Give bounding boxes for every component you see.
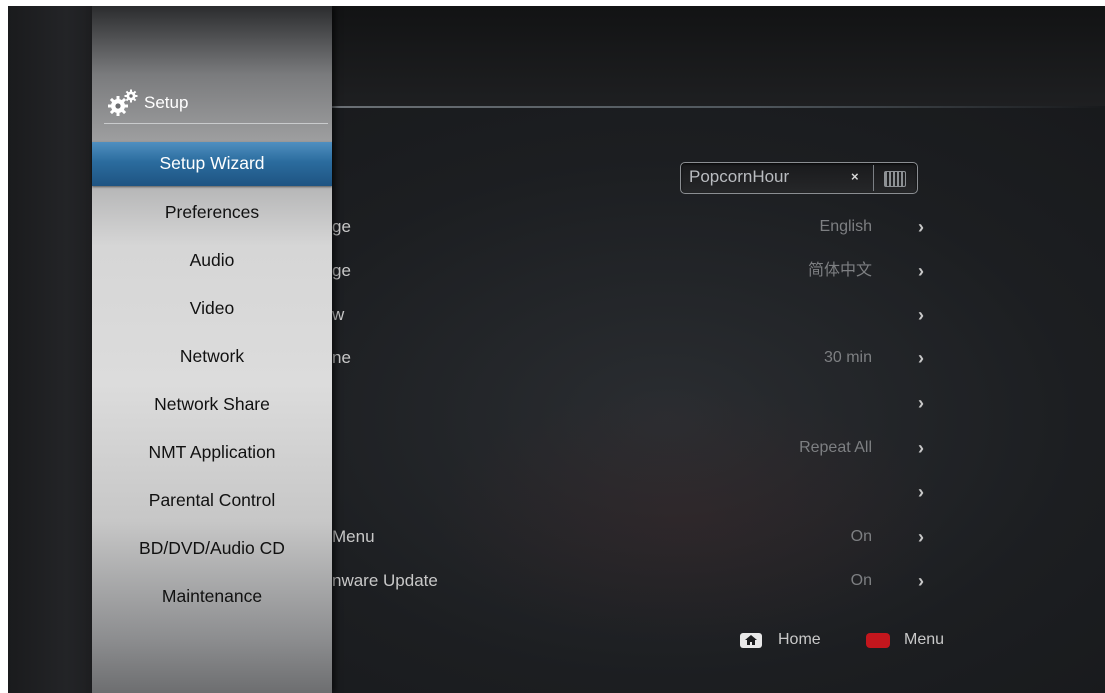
chevron-right-icon: › <box>918 527 924 547</box>
setting-value: 30 min <box>823 349 872 366</box>
sidebar-title-divider <box>104 123 328 124</box>
chevron-right-icon: › <box>918 393 924 413</box>
device-name-field[interactable]: PopcornHour × <box>680 162 918 194</box>
setting-value: On <box>850 528 872 545</box>
setting-row-5[interactable]: › <box>332 389 932 417</box>
setting-value: Repeat All <box>799 439 872 456</box>
top-divider <box>332 106 1105 108</box>
setting-label: ge <box>332 261 351 280</box>
setting-row-repeat[interactable]: Repeat All › <box>332 434 932 462</box>
setting-label: ne <box>332 348 351 367</box>
red-key-icon <box>866 632 890 648</box>
setup-screen: ge English › ge 简体中文 › w › ne 30 min › ›… <box>8 6 1105 693</box>
setting-row-7[interactable]: › <box>332 478 932 506</box>
sidebar-item-bd-dvd-audio-cd[interactable]: BD/DVD/Audio CD <box>92 526 332 574</box>
background-edge <box>8 6 92 693</box>
device-name-value: PopcornHour <box>689 167 790 186</box>
sidebar-item-setup-wizard[interactable]: Setup Wizard <box>92 142 332 186</box>
chevron-right-icon: › <box>918 261 924 281</box>
sidebar-header: Setup <box>106 88 188 118</box>
chevron-right-icon: › <box>918 348 924 368</box>
setting-label: Menu <box>332 527 375 546</box>
background-glow <box>428 386 948 646</box>
setting-row-time[interactable]: ne 30 min › <box>332 344 932 372</box>
legend-home: Home <box>740 628 821 652</box>
setting-row-language[interactable]: ge English › <box>332 213 932 241</box>
chevron-right-icon: › <box>918 571 924 591</box>
legend-home-label: Home <box>778 631 821 648</box>
chevron-right-icon: › <box>918 305 924 325</box>
legend-menu-label: Menu <box>904 631 945 648</box>
setting-value: On <box>850 572 872 589</box>
sidebar-menu: Setup Wizard Preferences Audio Video Net… <box>92 142 332 622</box>
chevron-right-icon: › <box>918 482 924 502</box>
sidebar-item-video[interactable]: Video <box>92 286 332 334</box>
chevron-right-icon: › <box>918 438 924 458</box>
sidebar-item-network-share[interactable]: Network Share <box>92 382 332 430</box>
setting-row-window[interactable]: w › <box>332 301 932 329</box>
clear-icon[interactable]: × <box>851 169 859 184</box>
chevron-right-icon: › <box>918 217 924 237</box>
sidebar-title: Setup <box>144 93 189 112</box>
setting-label: w <box>332 305 345 324</box>
keyboard-icon[interactable] <box>884 171 906 187</box>
sidebar-item-audio[interactable]: Audio <box>92 238 332 286</box>
field-divider <box>873 165 874 191</box>
setting-value: 简体中文 <box>807 262 872 279</box>
setting-row-menu[interactable]: Menu On › <box>332 523 932 551</box>
sidebar: Setup Setup Wizard Preferences Audio Vid… <box>92 6 332 693</box>
sidebar-item-network[interactable]: Network <box>92 334 332 382</box>
setting-label: ge <box>332 217 351 236</box>
home-icon <box>740 632 762 648</box>
legend-menu: Menu <box>866 628 944 652</box>
sidebar-item-parental-control[interactable]: Parental Control <box>92 478 332 526</box>
gear-icon <box>108 89 138 116</box>
setting-row-firmware-update[interactable]: nware Update On › <box>332 567 932 595</box>
sidebar-item-nmt-application[interactable]: NMT Application <box>92 430 332 478</box>
setting-label: nware Update <box>332 571 438 590</box>
setting-value: English <box>819 218 872 235</box>
sidebar-item-maintenance[interactable]: Maintenance <box>92 574 332 622</box>
top-bar <box>332 6 1105 106</box>
sidebar-item-preferences[interactable]: Preferences <box>92 190 332 238</box>
setting-row-second-language[interactable]: ge 简体中文 › <box>332 257 932 285</box>
